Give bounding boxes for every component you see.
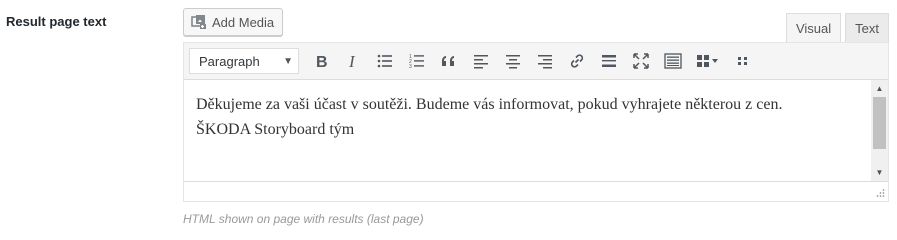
- field-help-text: HTML shown on page with results (last pa…: [183, 212, 424, 226]
- italic-icon: I: [348, 52, 356, 70]
- tab-text[interactable]: Text: [845, 13, 889, 42]
- read-more-icon: [602, 55, 616, 67]
- resize-handle-icon[interactable]: [875, 188, 885, 198]
- chevron-down-icon: ▼: [283, 55, 293, 67]
- content-paragraph: Děkujeme za vaši účast v soutěži. Budeme…: [196, 96, 783, 113]
- read-more-button[interactable]: [595, 47, 623, 75]
- drag-handle-icon: [738, 57, 747, 65]
- toolbar-toggle-button[interactable]: [659, 47, 687, 75]
- blockquote-icon: [442, 56, 454, 66]
- shortcodes-dropdown-button[interactable]: [691, 47, 725, 75]
- format-select-value: Paragraph: [199, 53, 260, 69]
- add-media-icon: [191, 14, 207, 30]
- shortcodes-icon: [697, 55, 718, 67]
- align-center-button[interactable]: [499, 47, 527, 75]
- editor-toolbar: Paragraph ▼ B I 1 2 3: [184, 43, 888, 80]
- scroll-up-icon[interactable]: ▲: [871, 80, 888, 97]
- add-media-label: Add Media: [212, 14, 275, 30]
- align-right-button[interactable]: [531, 47, 559, 75]
- svg-text:3: 3: [409, 64, 412, 70]
- align-right-icon: [538, 55, 552, 69]
- link-button[interactable]: [563, 47, 591, 75]
- content-paragraph: ŠKODA Storyboard tým: [196, 121, 355, 138]
- editor-content-area[interactable]: Děkujeme za vaši účast v soutěži. Budeme…: [184, 80, 860, 181]
- bullet-list-icon: [377, 54, 392, 68]
- field-label: Result page text: [6, 14, 107, 29]
- scroll-down-icon[interactable]: ▼: [871, 164, 888, 181]
- bold-button[interactable]: B: [307, 47, 335, 75]
- bold-icon: B: [316, 54, 328, 70]
- numbered-list-button[interactable]: 1 2 3: [403, 47, 431, 75]
- numbered-list-icon: 1 2 3: [409, 54, 424, 70]
- tab-visual[interactable]: Visual: [785, 13, 842, 43]
- toolbar-toggle-icon: [664, 53, 682, 69]
- link-icon: [570, 54, 584, 68]
- italic-button[interactable]: I: [339, 47, 367, 75]
- wysiwyg-editor: Paragraph ▼ B I 1 2 3 Děkujeme za vaši ú…: [183, 42, 889, 202]
- editor-scrollbar[interactable]: ▲ ▼: [871, 80, 888, 181]
- align-left-icon: [474, 55, 488, 69]
- scrollbar-thumb[interactable]: [873, 97, 886, 149]
- svg-text:B: B: [316, 54, 328, 70]
- blockquote-button[interactable]: [435, 47, 463, 75]
- format-select[interactable]: Paragraph ▼: [189, 48, 299, 74]
- editor-tabs: Visual Text: [782, 13, 889, 43]
- align-left-button[interactable]: [467, 47, 495, 75]
- bullet-list-button[interactable]: [371, 47, 399, 75]
- editor-statusbar: [184, 181, 888, 201]
- svg-text:I: I: [348, 52, 356, 70]
- fullscreen-button[interactable]: [627, 47, 655, 75]
- drag-handle-button[interactable]: [729, 47, 757, 75]
- align-center-icon: [506, 55, 520, 69]
- add-media-button[interactable]: Add Media: [183, 8, 284, 36]
- fullscreen-icon: [633, 53, 649, 69]
